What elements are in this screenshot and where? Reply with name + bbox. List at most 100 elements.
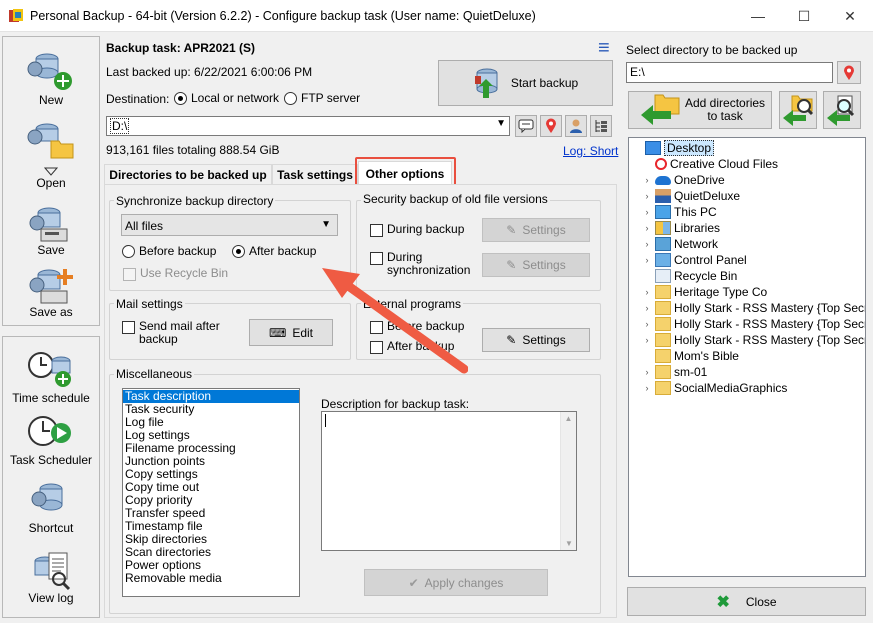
shortcut-button[interactable]: Shortcut xyxy=(3,479,99,535)
tree-item[interactable]: › sm-01 xyxy=(641,364,707,380)
tree-item[interactable]: › Control Panel xyxy=(641,252,747,268)
folder-icon xyxy=(655,285,671,299)
menu-icon[interactable]: ≡ xyxy=(598,37,610,60)
tree-view-button[interactable] xyxy=(590,115,612,137)
folder-icon xyxy=(655,317,671,331)
start-backup-button[interactable]: Start backup xyxy=(438,60,613,106)
destination-local-radio[interactable]: Local or network xyxy=(174,91,279,105)
chevron-right-icon[interactable]: › xyxy=(641,303,653,313)
search-dir-button[interactable] xyxy=(823,91,861,129)
task-scheduler-label: Task Scheduler xyxy=(9,453,93,467)
maximize-button[interactable]: ☐ xyxy=(781,0,827,32)
description-scrollbar[interactable]: ▲ ▼ xyxy=(560,412,576,550)
security-settings-button-2[interactable]: ✎ Settings xyxy=(482,253,590,277)
security-during-backup-checkbox[interactable]: During backup xyxy=(370,223,464,237)
sync-after-backup-radio[interactable]: After backup xyxy=(232,244,316,258)
tree-item[interactable]: › SocialMediaGraphics xyxy=(641,380,787,396)
tree-list-icon xyxy=(595,120,607,132)
add-search-dir-button[interactable] xyxy=(779,91,817,129)
dir-location-button[interactable] xyxy=(837,61,861,84)
folder-icon xyxy=(655,301,671,315)
apply-changes-button[interactable]: ✔ Apply changes xyxy=(364,569,548,596)
chevron-right-icon[interactable]: › xyxy=(641,335,653,345)
time-schedule-button[interactable]: Time schedule xyxy=(3,349,99,405)
open-button[interactable]: Open xyxy=(3,117,99,190)
directory-tree[interactable]: Desktop Creative Cloud Files › OneDrive › Qui… xyxy=(628,137,866,577)
chevron-right-icon[interactable]: › xyxy=(641,223,653,233)
tab-directories[interactable]: Directories to be backed up xyxy=(104,164,272,185)
chevron-right-icon[interactable]: › xyxy=(641,207,653,217)
close-button[interactable]: ✖ Close xyxy=(627,587,866,616)
tree-item-label: Mom's Bible xyxy=(674,349,739,363)
minimize-button[interactable]: — xyxy=(735,0,781,32)
mail-group-label: Mail settings xyxy=(114,297,185,311)
files-summary: 913,161 files totaling 888.54 GiB xyxy=(106,143,280,157)
clock-database-icon xyxy=(28,352,71,387)
comment-button[interactable] xyxy=(515,115,537,137)
tree-item[interactable]: › Holly Stark - RSS Mastery {Top Secret R xyxy=(641,316,865,332)
add-folder-arrow-icon xyxy=(641,94,680,125)
time-schedule-label: Time schedule xyxy=(12,391,90,405)
tree-item[interactable]: › OneDrive xyxy=(641,172,725,188)
chevron-right-icon[interactable]: › xyxy=(641,191,653,201)
tree-item[interactable]: › QuietDeluxe xyxy=(641,188,740,204)
location-button[interactable] xyxy=(540,115,562,137)
tree-item[interactable]: › Network xyxy=(641,236,718,252)
list-item[interactable]: Removable media xyxy=(123,572,299,585)
new-label: New xyxy=(38,93,63,107)
tree-item[interactable]: Creative Cloud Files xyxy=(641,156,778,172)
chevron-down-icon[interactable]: ▼ xyxy=(321,219,331,230)
desktop-icon xyxy=(645,141,661,155)
selected-dir-input[interactable]: E:\ xyxy=(626,62,833,83)
chevron-right-icon[interactable]: › xyxy=(641,319,653,329)
chevron-right-icon[interactable]: › xyxy=(641,239,653,249)
use-recycle-bin-checkbox[interactable]: Use Recycle Bin xyxy=(123,267,228,281)
chevron-right-icon[interactable]: › xyxy=(641,255,653,265)
tree-item-label: Holly Stark - RSS Mastery {Top Secret R xyxy=(674,301,865,315)
misc-options-list[interactable]: Task description Task security Log file Log… xyxy=(122,388,300,597)
tab-task-settings[interactable]: Task settings xyxy=(272,164,358,185)
new-button[interactable]: New xyxy=(3,47,99,107)
save-button[interactable]: Save xyxy=(3,203,99,257)
open-task-icon xyxy=(27,123,74,159)
search-folder-icon xyxy=(783,95,814,126)
add-directories-button[interactable]: Add directories to task xyxy=(628,91,772,129)
network-icon xyxy=(655,237,671,251)
map-pin-icon xyxy=(844,65,854,80)
start-backup-icon xyxy=(474,68,498,98)
tree-item[interactable]: › Libraries xyxy=(641,220,720,236)
description-textarea[interactable]: ▲ ▼ xyxy=(321,411,577,551)
chevron-down-icon[interactable] xyxy=(44,167,58,176)
destination-ftp-radio[interactable]: FTP server xyxy=(284,91,360,105)
settings-icon: ✎ xyxy=(506,258,517,272)
sync-mode-select[interactable]: All files ▼ xyxy=(121,214,338,236)
log-short-link[interactable]: Log: Short xyxy=(563,144,618,158)
user-button[interactable] xyxy=(565,115,587,137)
tree-item[interactable]: Mom's Bible xyxy=(641,348,739,364)
shortcut-icon xyxy=(31,483,63,511)
tree-item[interactable]: › This PC xyxy=(641,204,717,220)
close-window-button[interactable]: ✕ xyxy=(827,0,873,32)
chevron-right-icon[interactable]: › xyxy=(641,287,653,297)
misc-group-label: Miscellaneous xyxy=(114,367,195,381)
chevron-right-icon[interactable]: › xyxy=(641,367,653,377)
tree-item[interactable]: › Holly Stark - RSS Mastery {Top Secret R xyxy=(641,300,865,316)
chevron-down-icon[interactable]: ▼ xyxy=(496,118,506,129)
sync-before-backup-radio[interactable]: Before backup xyxy=(122,244,216,258)
task-scheduler-button[interactable]: Task Scheduler xyxy=(3,411,99,467)
chevron-right-icon[interactable]: › xyxy=(641,175,653,185)
recycle-bin-icon xyxy=(655,269,671,283)
tree-item[interactable]: › Holly Stark - RSS Mastery {Top Secret R xyxy=(641,332,865,348)
save-as-button[interactable]: Save as xyxy=(3,265,99,319)
tree-item[interactable]: Recycle Bin xyxy=(641,268,737,284)
view-log-button[interactable]: View log xyxy=(3,549,99,605)
security-settings-button-1[interactable]: ✎ Settings xyxy=(482,218,590,242)
task-title: Backup task: APR2021 (S) xyxy=(106,41,255,55)
external-settings-button[interactable]: ✎ Settings xyxy=(482,328,590,352)
send-mail-checkbox[interactable]: Send mail after backup xyxy=(122,320,220,346)
tree-item[interactable]: Desktop xyxy=(631,140,715,156)
destination-combo[interactable]: D:\ ▼ xyxy=(106,116,510,136)
tree-item[interactable]: › Heritage Type Co xyxy=(641,284,767,300)
new-task-icon xyxy=(27,53,72,90)
chevron-right-icon[interactable]: › xyxy=(641,383,653,393)
